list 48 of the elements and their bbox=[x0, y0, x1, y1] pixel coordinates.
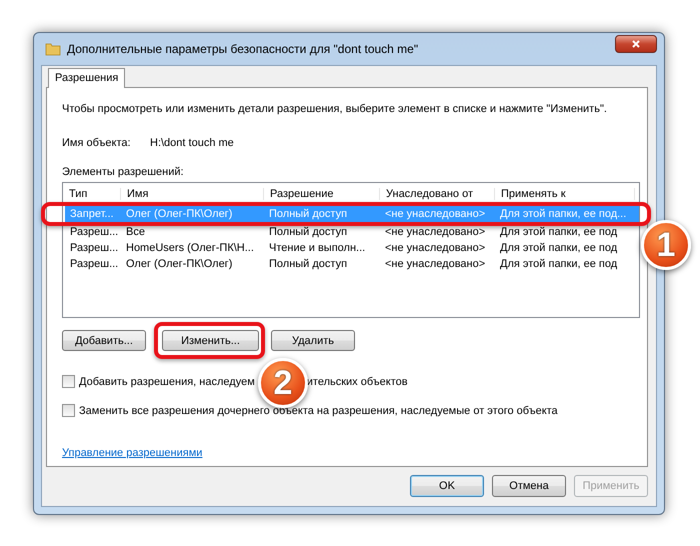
table-cell-text: Все bbox=[125, 226, 146, 238]
dialog-button[interactable]: OK bbox=[410, 475, 484, 497]
table-cell-text: Полный доступ bbox=[268, 226, 348, 238]
table-cell-text: Разреш... bbox=[69, 242, 120, 254]
column-header[interactable]: Применять к bbox=[495, 188, 635, 200]
tab[interactable]: Разрешения bbox=[48, 68, 126, 88]
table-cell-text: Чтение и выполн... bbox=[268, 242, 366, 254]
list-label: Элементы разрешений: bbox=[62, 166, 185, 178]
checkbox-label: Добавить разрешения, наследуем bbox=[79, 376, 255, 388]
table-cell-text: <не унаследовано> bbox=[384, 208, 486, 220]
folder-icon bbox=[45, 41, 61, 57]
table-cell-text: Запрет... bbox=[69, 208, 115, 220]
checkbox[interactable] bbox=[62, 404, 75, 417]
table-cell-text: HomeUsers (Олег-ПК\Н... bbox=[125, 242, 255, 254]
table-cell-text: Для этой папки, ее под... bbox=[499, 208, 628, 220]
column-header[interactable]: Разрешение bbox=[264, 188, 380, 200]
permission-row[interactable]: Разреш... Олег (Олег-ПК\Олег) Полный доступ <не унаследовано> Для этой папки, ее под bbox=[65, 256, 637, 272]
table-cell-text: Полный доступ bbox=[268, 208, 348, 220]
table-cell-text: Разреш... bbox=[69, 226, 120, 238]
table-cell-text: Для этой папки, ее под bbox=[499, 226, 618, 238]
manage-permissions-link[interactable]: Управление разрешениями bbox=[62, 447, 202, 459]
instructions-text: Чтобы просмотреть или изменить детали разрешения, выберите элемент в списке и нажмите "Изменить". bbox=[62, 103, 608, 115]
table-cell-text: Разреш... bbox=[69, 258, 120, 270]
object-name-value: H:\dont touch me bbox=[150, 137, 234, 149]
window-title: Дополнительные параметры безопасности для "dont touch me" bbox=[67, 42, 418, 56]
checkbox-label: ительских объектов bbox=[306, 376, 408, 388]
column-header[interactable]: Тип bbox=[63, 188, 121, 200]
permission-row[interactable]: Разреш... HomeUsers (Олег-ПК\Н... Чтение и выполн... <не унаследовано> Для этой папки, ее под bbox=[65, 240, 637, 256]
table-cell-text: Полный доступ bbox=[268, 258, 348, 270]
column-header[interactable]: Имя bbox=[121, 188, 264, 200]
object-name-label: Имя объекта: bbox=[62, 137, 132, 149]
close-icon bbox=[631, 39, 641, 49]
action-button[interactable]: Удалить bbox=[271, 330, 355, 351]
table-cell-text: <не унаследовано> bbox=[384, 258, 486, 270]
dialog-button[interactable]: Отмена bbox=[492, 475, 566, 497]
action-button[interactable]: Изменить... bbox=[162, 330, 259, 351]
table-cell-text: Для этой папки, ее под bbox=[499, 242, 618, 254]
table-cell-text: Для этой папки, ее под bbox=[499, 258, 618, 270]
action-button[interactable]: Добавить... bbox=[62, 330, 146, 351]
table-cell-text: <не унаследовано> bbox=[384, 242, 486, 254]
table-cell-text: Олег (Олег-ПК\Олег) bbox=[125, 258, 234, 270]
checkbox[interactable] bbox=[62, 375, 75, 388]
table-cell-text: <не унаследовано> bbox=[384, 226, 486, 238]
column-header[interactable]: Унаследовано от bbox=[380, 188, 495, 200]
close-button[interactable] bbox=[615, 35, 657, 53]
callout-badge: 1 bbox=[641, 220, 691, 270]
permission-row[interactable]: Разреш... Все Полный доступ <не унаследовано> Для этой папки, ее под bbox=[65, 224, 637, 240]
table-cell-text: Олег (Олег-ПК\Олег) bbox=[125, 208, 234, 220]
